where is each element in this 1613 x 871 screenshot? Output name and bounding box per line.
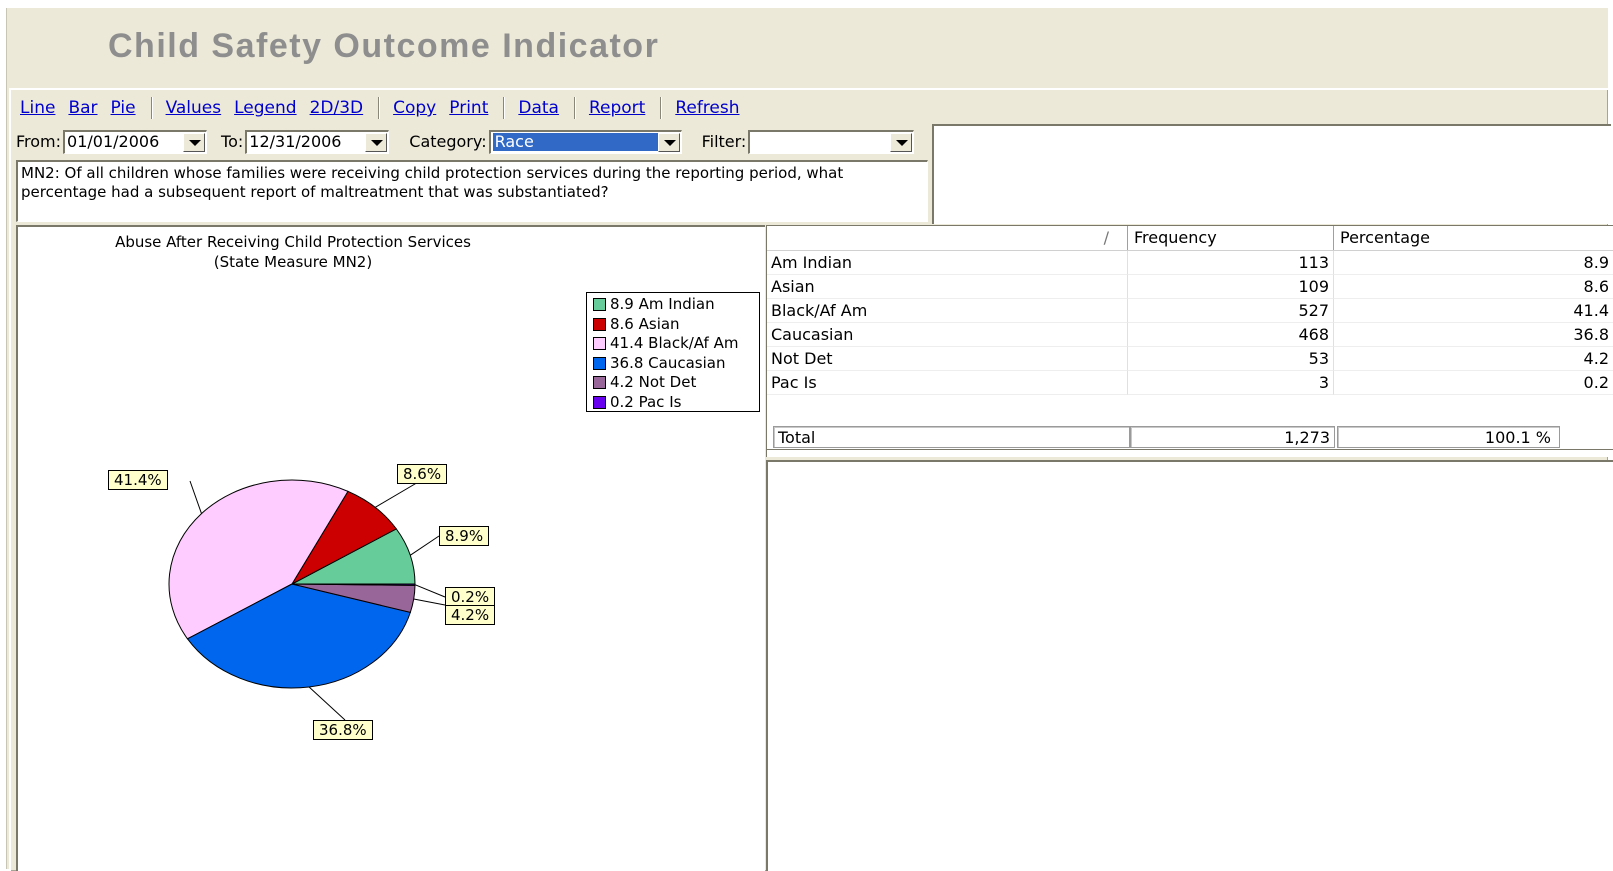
total-frequency: 1,273 — [1130, 426, 1335, 448]
column-header-category[interactable]: / — [767, 226, 1128, 250]
row-frequency: 109 — [1128, 275, 1334, 299]
legend-swatch — [593, 395, 606, 409]
legend-item: 8.6 Asian — [593, 315, 759, 335]
row-percentage: 41.4 — [1334, 299, 1613, 323]
chevron-down-icon[interactable] — [890, 132, 913, 152]
row-category: Asian — [767, 275, 1128, 299]
row-percentage: 36.8 — [1334, 323, 1613, 347]
row-category: Caucasian — [767, 323, 1128, 347]
row-percentage: 4.2 — [1334, 347, 1613, 371]
pie-chart — [168, 479, 446, 721]
table-row[interactable]: Am Indian 113 8.9 — [767, 251, 1613, 275]
row-percentage: 8.6 — [1334, 275, 1613, 299]
pie-data-label: 41.4% — [108, 470, 168, 490]
row-percentage: 0.2 — [1334, 371, 1613, 395]
info-panel — [932, 124, 1611, 224]
pie-data-label: 0.2% — [445, 587, 496, 607]
grid-header[interactable]: / Frequency Percentage — [767, 226, 1613, 251]
grid-divider — [767, 449, 1613, 450]
row-frequency: 53 — [1128, 347, 1334, 371]
legend-swatch — [593, 337, 606, 350]
legend-swatch — [593, 376, 606, 389]
legend-label: 8.9 Am Indian — [610, 295, 715, 313]
legend-item: 36.8 Caucasian — [593, 354, 759, 374]
row-category: Am Indian — [767, 251, 1128, 275]
row-category: Black/Af Am — [767, 299, 1128, 323]
legend-label: 0.2 Pac Is — [610, 392, 682, 411]
pie-leader-line — [414, 584, 446, 598]
column-header-frequency[interactable]: Frequency — [1128, 226, 1334, 250]
row-percentage: 8.9 — [1334, 251, 1613, 275]
table-row[interactable]: Black/Af Am 527 41.4 — [767, 299, 1613, 323]
pie-leader-line — [308, 686, 346, 721]
table-row[interactable]: Asian 109 8.6 — [767, 275, 1613, 299]
legend-item: 0.2 Pac Is — [593, 393, 759, 413]
legend-label: 36.8 Caucasian — [610, 353, 726, 372]
legend-label: 4.2 Not Det — [610, 373, 697, 391]
data-grid: / Frequency Percentage Am Indian 113 8.9… — [766, 225, 1613, 457]
table-row[interactable]: Not Det 53 4.2 — [767, 347, 1613, 371]
row-frequency: 468 — [1128, 323, 1334, 347]
total-percentage: 100.1 % — [1337, 426, 1560, 448]
column-header-percentage[interactable]: Percentage — [1334, 226, 1613, 250]
pie-data-label: 4.2% — [445, 605, 496, 625]
filter-select[interactable] — [748, 129, 915, 154]
legend-item: 41.4 Black/Af Am — [593, 334, 759, 354]
legend-label: 8.6 Asian — [610, 314, 680, 333]
pie-data-label: 36.8% — [313, 720, 373, 740]
legend-item: 4.2 Not Det — [593, 373, 759, 393]
legend-swatch — [593, 317, 606, 331]
pie-leader-line — [409, 535, 440, 556]
pie-data-label: 8.6% — [397, 464, 448, 484]
row-frequency: 527 — [1128, 299, 1334, 323]
legend-label: 41.4 Black/Af Am — [610, 334, 739, 352]
pie-leader-line — [413, 598, 446, 606]
sort-glyph: / — [1103, 228, 1109, 247]
report-panel — [766, 460, 1613, 871]
chart-legend: 8.9 Am Indian 8.6 Asian 41.4 Black/Af Am… — [586, 292, 760, 412]
pie-data-label: 8.9% — [439, 526, 490, 546]
row-frequency: 113 — [1128, 251, 1334, 275]
legend-swatch — [593, 298, 606, 311]
legend-item: 8.9 Am Indian — [593, 295, 759, 315]
pie-leader-line — [374, 480, 421, 508]
pie-leader-line — [189, 480, 202, 514]
table-row[interactable]: Caucasian 468 36.8 — [767, 323, 1613, 347]
row-category: Not Det — [767, 347, 1128, 371]
total-label: Total — [773, 426, 1130, 448]
row-frequency: 3 — [1128, 371, 1334, 395]
row-category: Pac Is — [767, 371, 1128, 395]
legend-swatch — [593, 356, 606, 370]
table-row[interactable]: Pac Is 3 0.2 — [767, 371, 1613, 395]
